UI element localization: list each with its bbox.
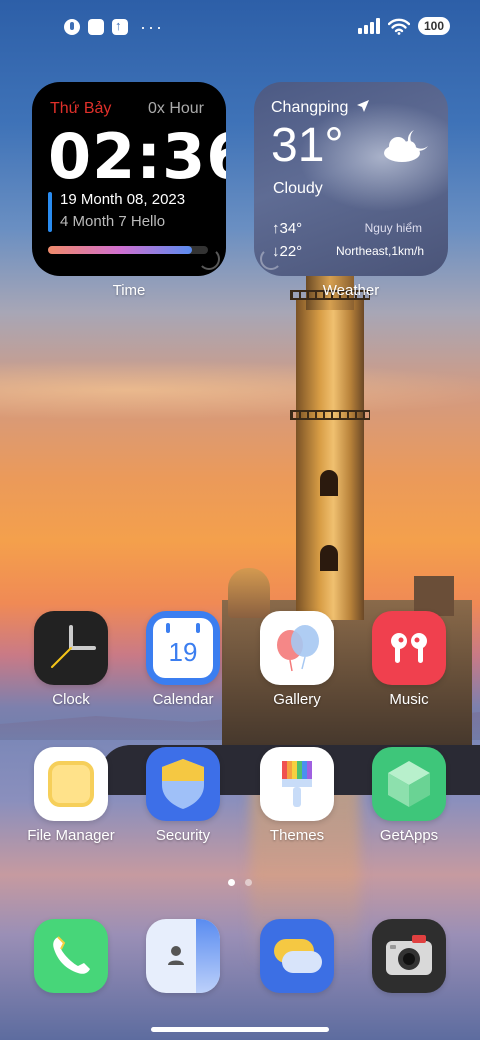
phone-icon xyxy=(34,919,108,993)
high-temp: ↑34° xyxy=(272,220,302,237)
signal-icon xyxy=(358,18,380,34)
hour-label: 0x Hour xyxy=(147,100,204,117)
app-calendar[interactable]: 19 Calendar xyxy=(128,611,238,708)
weekday-label: Thứ Bảy xyxy=(50,100,112,117)
app-clock[interactable]: Clock xyxy=(16,611,126,708)
fortress-block xyxy=(414,576,454,616)
page-dot-2[interactable] xyxy=(245,879,252,886)
date-line-2: 4 Month 7 Hello xyxy=(60,213,166,230)
day-progress-bar xyxy=(48,246,208,254)
partly-cloudy-night-icon xyxy=(384,130,428,162)
paint-brush-icon xyxy=(260,747,334,821)
widget-resize-handle xyxy=(198,248,220,270)
app-label: Clock xyxy=(52,691,90,708)
shield-icon xyxy=(146,747,220,821)
city-name: Changping xyxy=(271,99,349,116)
app-getapps[interactable]: GetApps xyxy=(354,747,464,844)
page-indicator[interactable] xyxy=(0,879,480,886)
lighthouse xyxy=(296,300,364,620)
time-widget-label: Time xyxy=(112,282,146,299)
high-temp-value: 34° xyxy=(279,220,303,237)
app-label: Security xyxy=(155,827,211,844)
app-label: File Manager xyxy=(27,827,115,844)
app-label: Music xyxy=(389,691,429,708)
contacts-icon xyxy=(146,919,220,993)
arrow-up-icon: ↑ xyxy=(272,220,280,237)
cube-icon xyxy=(372,747,446,821)
app-security[interactable]: Security xyxy=(128,747,238,844)
wind-info: Northeast,1km/h xyxy=(335,244,424,258)
time-widget[interactable]: Thứ Bảy 0x Hour 02:36 19 Month 08, 2023 … xyxy=(32,82,226,276)
current-temperature: 31° xyxy=(271,119,344,172)
battery-indicator: 100 xyxy=(418,17,450,35)
app-label: Themes xyxy=(269,827,325,844)
app-label: Gallery xyxy=(273,691,321,708)
weather-condition: Cloudy xyxy=(273,180,323,197)
dock-phone[interactable] xyxy=(16,919,126,993)
messages-icon xyxy=(260,919,334,993)
widget-resize-handle xyxy=(260,248,282,270)
low-temp-value: 22° xyxy=(279,243,303,260)
app-themes[interactable]: Themes xyxy=(242,747,352,844)
folder-icon xyxy=(34,747,108,821)
home-indicator[interactable] xyxy=(151,1027,329,1032)
sunset-cloud xyxy=(0,360,480,420)
upload-arrow-icon xyxy=(112,18,128,35)
app-file-manager[interactable]: File Manager xyxy=(16,747,126,844)
camera-icon xyxy=(372,919,446,993)
location-arrow-icon xyxy=(356,100,369,112)
weather-alert: Nguy hiểm xyxy=(364,221,422,235)
dock-contacts[interactable] xyxy=(128,919,238,993)
date-line-1: 19 Month 08, 2023 xyxy=(60,191,186,208)
weather-widget[interactable]: Changping 31° Cloudy ↑34° ↓22° Nguy hiểm… xyxy=(254,82,448,276)
app-label: Calendar xyxy=(152,691,214,708)
lighthouse-window xyxy=(320,470,338,496)
more-notifications-icon: ··· xyxy=(140,17,164,37)
lighthouse-window xyxy=(320,545,338,571)
calendar-icon: 19 xyxy=(146,611,220,685)
earbuds-icon xyxy=(372,611,446,685)
status-system: 100 xyxy=(358,17,450,35)
dock-camera[interactable] xyxy=(354,919,464,993)
page-dot-1[interactable] xyxy=(228,879,235,886)
clock-icon xyxy=(34,611,108,685)
wifi-icon xyxy=(388,18,410,35)
status-bar: ··· 100 xyxy=(0,0,480,56)
clock-time: 02:36 xyxy=(48,120,226,193)
calendar-day-number: 19 xyxy=(168,637,198,667)
date-accent-bar xyxy=(48,192,52,232)
app-music[interactable]: Music xyxy=(354,611,464,708)
square-notification-icon xyxy=(88,19,104,35)
weather-widget-label: Weather xyxy=(322,282,380,299)
account-circle-icon xyxy=(64,19,80,35)
day-progress-fill xyxy=(48,246,192,254)
status-notifications: ··· xyxy=(64,17,164,37)
dock-messages[interactable] xyxy=(242,919,352,993)
lighthouse-railing xyxy=(290,410,370,420)
weather-city: Changping xyxy=(271,99,370,117)
app-gallery[interactable]: Gallery xyxy=(242,611,352,708)
gallery-balloons-icon xyxy=(260,611,334,685)
app-label: GetApps xyxy=(379,827,439,844)
